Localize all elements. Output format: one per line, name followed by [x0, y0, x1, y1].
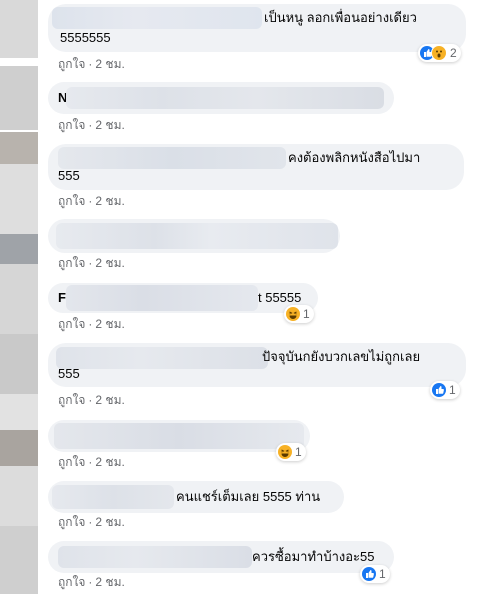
- comment-actions: ถูกใจ · 2 ชม.: [58, 393, 125, 407]
- comment-bubble[interactable]: เป็นหนู ลอกเพื่อนอย่างเดียว 5555555: [48, 4, 466, 52]
- like-link[interactable]: ถูกใจ: [58, 575, 85, 589]
- like-icon: [432, 383, 446, 397]
- separator: ·: [88, 575, 93, 589]
- avatar[interactable]: [0, 132, 38, 164]
- comment-bubble[interactable]: ปัจจุบันกยังบวกเลขไม่ถูกเลย 555: [48, 343, 466, 387]
- like-link[interactable]: ถูกใจ: [58, 515, 85, 529]
- timestamp[interactable]: 2 ชม.: [95, 194, 124, 208]
- comment-text: คงต้องพลิกหนังสือไปมา: [288, 150, 421, 165]
- comment-text: ควรซื้อมาทำบ้างอะ55: [252, 549, 375, 564]
- like-link[interactable]: ถูกใจ: [58, 57, 85, 71]
- comment-bubble[interactable]: F t 55555: [48, 283, 318, 313]
- haha-icon: [278, 445, 292, 459]
- reaction-count-label: 1: [449, 383, 456, 397]
- avatar[interactable]: [0, 234, 38, 264]
- separator: ·: [88, 455, 93, 469]
- comment-text: เป็นหนู ลอกเพื่อนอย่างเดียว: [264, 10, 417, 25]
- wow-icon: [431, 45, 447, 61]
- avatar[interactable]: [0, 334, 38, 394]
- commenter-name-redacted[interactable]: [66, 285, 258, 311]
- reaction-count[interactable]: 1: [430, 381, 460, 399]
- timestamp[interactable]: 2 ชม.: [95, 515, 124, 529]
- comment-bubble[interactable]: [48, 219, 340, 253]
- reaction-count-label: 2: [450, 46, 457, 60]
- comment-bubble[interactable]: คงต้องพลิกหนังสือไปมา 555: [48, 144, 464, 190]
- comment-text: F: [58, 290, 66, 305]
- avatar[interactable]: [0, 164, 38, 234]
- comment-text: 5555555: [60, 30, 111, 45]
- like-link[interactable]: ถูกใจ: [58, 256, 85, 270]
- commenter-name-redacted[interactable]: [54, 423, 304, 449]
- separator: ·: [88, 256, 93, 270]
- avatar[interactable]: [0, 430, 38, 466]
- comment-bubble[interactable]: ควรซื้อมาทำบ้างอะ55: [48, 541, 394, 573]
- separator: ·: [88, 393, 93, 407]
- commenter-name-redacted[interactable]: [58, 546, 252, 568]
- timestamp[interactable]: 2 ชม.: [95, 57, 124, 71]
- reaction-count-label: 1: [295, 445, 302, 459]
- like-link[interactable]: ถูกใจ: [58, 393, 85, 407]
- comment-bubble[interactable]: คนแชร์เต็มเลย 5555 ท่าน: [48, 481, 344, 513]
- avatar[interactable]: [0, 466, 38, 526]
- like-link[interactable]: ถูกใจ: [58, 455, 85, 469]
- separator: ·: [88, 118, 93, 132]
- reaction-count-label: 1: [303, 307, 310, 321]
- like-link[interactable]: ถูกใจ: [58, 194, 85, 208]
- separator: ·: [88, 515, 93, 529]
- comment-text: ปัจจุบันกยังบวกเลขไม่ถูกเลย: [262, 349, 421, 364]
- avatar[interactable]: [0, 264, 38, 334]
- comment-actions: ถูกใจ · 2 ชม.: [58, 317, 125, 331]
- comment-text: 555: [58, 366, 80, 381]
- avatar[interactable]: [0, 526, 38, 594]
- reaction-count[interactable]: 1: [284, 305, 314, 323]
- timestamp[interactable]: 2 ชม.: [95, 575, 124, 589]
- commenter-name-redacted[interactable]: [56, 347, 268, 369]
- haha-icon: [286, 307, 300, 321]
- separator: ·: [88, 57, 93, 71]
- like-link[interactable]: ถูกใจ: [58, 118, 85, 132]
- commenter-name-redacted[interactable]: [56, 223, 338, 249]
- reaction-count[interactable]: 1: [360, 565, 390, 583]
- avatar-column: [0, 0, 44, 594]
- avatar[interactable]: [0, 66, 38, 130]
- comment-actions: ถูกใจ · 2 ชม.: [58, 194, 125, 208]
- comment-actions: ถูกใจ · 2 ชม.: [58, 57, 125, 71]
- comment-actions: ถูกใจ · 2 ชม.: [58, 575, 125, 589]
- commenter-name-redacted[interactable]: [58, 147, 286, 169]
- like-icon: [362, 567, 376, 581]
- comment-actions: ถูกใจ · 2 ชม.: [58, 256, 125, 270]
- separator: ·: [88, 317, 93, 331]
- reaction-count-label: 1: [379, 567, 386, 581]
- timestamp[interactable]: 2 ชม.: [95, 317, 124, 331]
- comment-actions: ถูกใจ · 2 ชม.: [58, 455, 125, 469]
- comment-bubble[interactable]: N: [48, 82, 394, 114]
- reaction-count[interactable]: 2: [418, 44, 461, 62]
- comment-actions: ถูกใจ · 2 ชม.: [58, 118, 125, 132]
- separator: ·: [88, 194, 93, 208]
- timestamp[interactable]: 2 ชม.: [95, 256, 124, 270]
- comment-actions: ถูกใจ · 2 ชม.: [58, 515, 125, 529]
- comment-bubble[interactable]: [48, 420, 310, 452]
- reaction-count[interactable]: 1: [276, 443, 306, 461]
- commenter-name-redacted[interactable]: [52, 7, 262, 29]
- avatar[interactable]: [0, 394, 38, 430]
- avatar[interactable]: [0, 0, 38, 58]
- comment-text: 555: [58, 168, 80, 183]
- commenter-name-redacted[interactable]: [66, 87, 384, 109]
- timestamp[interactable]: 2 ชม.: [95, 118, 124, 132]
- commenter-name-redacted[interactable]: [52, 485, 174, 509]
- timestamp[interactable]: 2 ชม.: [95, 455, 124, 469]
- comment-text: คนแชร์เต็มเลย 5555 ท่าน: [176, 489, 321, 504]
- like-link[interactable]: ถูกใจ: [58, 317, 85, 331]
- timestamp[interactable]: 2 ชม.: [95, 393, 124, 407]
